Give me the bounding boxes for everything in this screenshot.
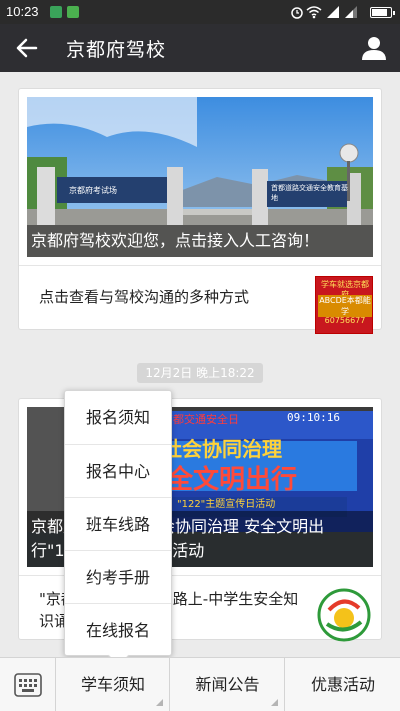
menu-label: 学车须知 [80, 675, 145, 694]
gate-sign-left: 京都府考试场 [69, 186, 117, 195]
article-thumbnail-logo [317, 588, 371, 642]
notification-icon [50, 6, 62, 18]
gate-sign-right: 首都道路交通安全教育基地 [271, 184, 348, 202]
menu-button-news[interactable]: 新闻公告 [171, 658, 285, 711]
submenu-item-shuttle-routes[interactable]: 班车线路 [65, 497, 171, 550]
title-bar: 京都府驾校 [0, 24, 400, 72]
wifi-icon [306, 6, 322, 19]
menu-label: 优惠活动 [310, 675, 375, 694]
submenu-popup: 报名须知 报名中心 班车线路 约考手册 在线报名 [64, 390, 172, 656]
submenu-item-registration-center[interactable]: 报名中心 [65, 444, 171, 497]
article-row-contact[interactable]: 点击查看与驾校沟通的多种方式 学车就选京都府 ABCDE本都能学 6075667… [19, 265, 381, 334]
app-notification-icon [67, 6, 79, 18]
submenu-item-online-registration[interactable]: 在线报名 [65, 603, 171, 656]
keyboard-icon [14, 673, 42, 697]
message-timestamp: 12月2日 晚上18:22 [137, 363, 263, 383]
article-thumbnail-ad: 学车就选京都府 ABCDE本都能学 60756677 [315, 276, 373, 334]
submenu-item-exam-handbook[interactable]: 约考手册 [65, 550, 171, 603]
article-title: 点击查看与驾校沟通的多种方式 [39, 288, 250, 306]
thumb-line-3: 60756677 [324, 316, 366, 325]
article-card-welcome[interactable]: 京都府考试场 首都道路交通安全教育基地 京都府驾校欢迎您，点击接入人工咨询！ 点… [18, 88, 382, 334]
thumb-line-2: ABCDE本都能学 [318, 295, 372, 317]
alarm-icon [291, 7, 303, 19]
status-bar: 10:23 [0, 0, 400, 24]
signal-icon-2 [345, 6, 357, 18]
screen-line-1: 社会协同治理 [162, 437, 282, 461]
menu-button-promotions[interactable]: 优惠活动 [286, 658, 400, 711]
screen-line-3: "122"主题宣传日活动 [177, 499, 276, 510]
status-time: 10:23 [6, 4, 39, 19]
page-title: 京都府驾校 [66, 39, 167, 61]
banner-image-gate[interactable]: 京都府考试场 首都道路交通安全教育基地 京都府驾校欢迎您，点击接入人工咨询！ [27, 97, 373, 257]
screen-top-text: 首都交通安全日 [162, 413, 239, 426]
submenu-indicator-icon [271, 699, 278, 706]
menu-button-learning-notice[interactable]: 学车须知 [57, 658, 170, 711]
submenu-indicator-icon [156, 699, 163, 706]
screen-clock: 09:10:16 [287, 411, 340, 424]
menu-label: 新闻公告 [195, 675, 260, 694]
back-arrow-icon[interactable] [8, 32, 44, 64]
screen-line-2: 全文明出行 [167, 465, 298, 495]
signal-icon-1 [327, 6, 339, 18]
submenu-item-registration-notice[interactable]: 报名须知 [65, 391, 171, 444]
profile-icon[interactable] [358, 32, 390, 64]
battery-icon [370, 7, 395, 18]
keyboard-toggle-button[interactable] [0, 658, 56, 711]
bottom-menu-bar: 学车须知 新闻公告 优惠活动 [0, 657, 400, 711]
banner-caption: 京都府驾校欢迎您，点击接入人工咨询！ [27, 225, 373, 257]
